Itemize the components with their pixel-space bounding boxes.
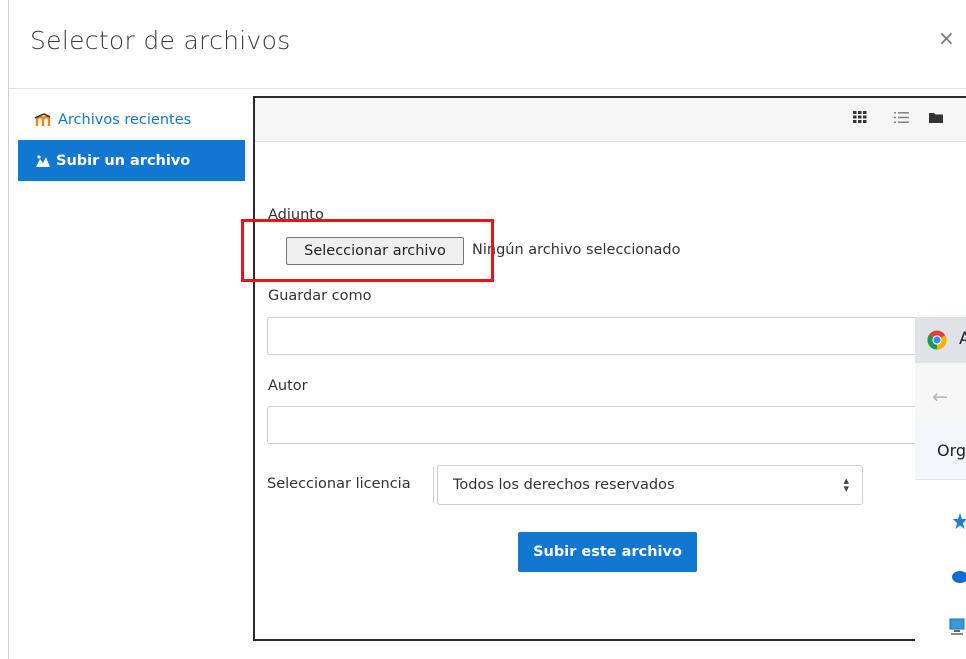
license-select[interactable]: Todos los derechos reservados ▴ ▾ [437, 465, 863, 505]
dialog-title: Selector de archivos [30, 26, 291, 55]
choose-file-button[interactable]: Seleccionar archivo [286, 237, 464, 265]
sidebar-item-label: Subir un archivo [56, 152, 191, 169]
view-toolbar [255, 98, 966, 142]
author-input[interactable] [267, 406, 927, 444]
save-as-input[interactable] [267, 317, 927, 355]
close-icon[interactable]: × [938, 28, 955, 48]
overlapping-explorer-window: A ← Org [915, 300, 966, 659]
quick-access-star-icon[interactable] [953, 512, 966, 534]
window-title-fragment: A [959, 329, 966, 349]
save-as-label: Guardar como [268, 288, 372, 304]
author-label: Autor [268, 378, 308, 394]
list-view-icon[interactable] [892, 109, 910, 125]
license-select-value: Todos los derechos reservados [453, 477, 675, 493]
license-label-divider [433, 467, 434, 503]
this-pc-icon[interactable] [948, 618, 966, 642]
sidebar-item-label: Archivos recientes [58, 111, 192, 128]
upload-icon [34, 154, 52, 168]
organize-menu-fragment[interactable]: Org [937, 441, 966, 460]
attachment-label: Adjunto [268, 207, 324, 223]
sidebar-item-recent-files[interactable]: Archivos recientes [18, 99, 245, 140]
back-arrow-icon[interactable]: ← [932, 386, 948, 408]
moodle-logo-icon [34, 112, 54, 127]
sidebar-item-upload-file[interactable]: Subir un archivo [18, 140, 245, 181]
file-status-text: Ningún archivo seleccionado [472, 242, 681, 258]
folder-view-icon[interactable] [927, 109, 945, 125]
header-divider [9, 88, 966, 89]
upload-file-submit-button[interactable]: Subir este archivo [518, 532, 697, 572]
dialog-left-border [8, 0, 9, 659]
license-label: Seleccionar licencia [267, 476, 411, 492]
onedrive-cloud-icon[interactable] [949, 568, 966, 587]
select-arrows-icon: ▴ ▾ [843, 474, 849, 495]
chrome-icon [927, 330, 947, 350]
grid-view-icon[interactable] [851, 109, 869, 125]
